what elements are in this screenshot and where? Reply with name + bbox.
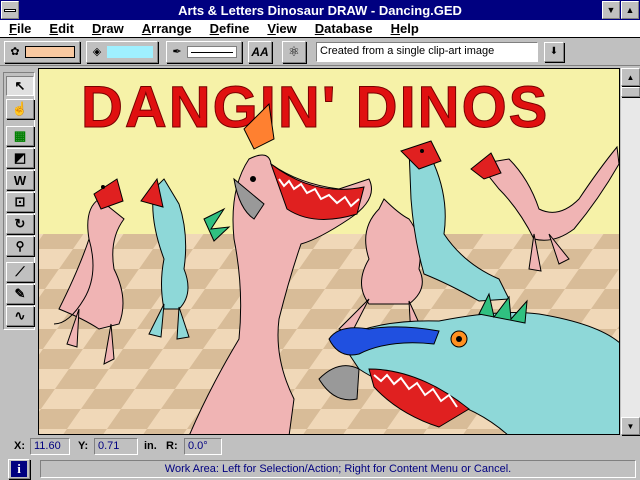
menu-file[interactable]: File	[0, 21, 40, 36]
info-icon: i	[11, 461, 27, 477]
menu-draw-key: D	[91, 21, 102, 36]
menu-database-label: atabase	[324, 21, 373, 36]
x-value: 11.60	[30, 438, 70, 455]
freehand-tool[interactable]: ∿	[6, 306, 34, 326]
selection-arrow-tool[interactable]: ↖	[6, 76, 34, 96]
menu-arrange[interactable]: Arrange	[133, 21, 201, 36]
text-tool[interactable]: W	[6, 170, 34, 190]
line-tool[interactable]: ⟋	[6, 262, 34, 282]
rotate-tool[interactable]: ↻	[6, 214, 34, 234]
menu-arrange-label: rrange	[151, 21, 192, 36]
scroll-up-button[interactable]: ▲	[621, 68, 640, 86]
menu-database[interactable]: Database	[306, 21, 382, 36]
y-value: 0.71	[94, 438, 138, 455]
menu-edit[interactable]: Edit	[40, 21, 83, 36]
menu-file-label: ile	[16, 21, 32, 36]
system-menu-button[interactable]	[1, 1, 19, 19]
text-icon: W	[13, 172, 27, 188]
shapes-icon: ◩	[13, 150, 27, 165]
text-style-button[interactable]: AA	[248, 41, 272, 63]
clipart-icon: ▦	[13, 128, 27, 143]
minimize-icon: ▼	[606, 5, 616, 15]
coordinates-bar: X: 11.60 Y: 0.71 in. R: 0.0°	[0, 437, 640, 457]
menu-define-key: D	[209, 21, 220, 36]
description-dropdown-button[interactable]: ⬇	[544, 42, 564, 62]
text-style-label: AA	[251, 45, 269, 59]
scroll-down-button[interactable]: ▼	[621, 417, 640, 435]
menu-define-label: efine	[219, 21, 250, 36]
scroll-thumb[interactable]	[621, 87, 640, 97]
dinosaur-artwork[interactable]: DANGIN' DINOS	[39, 69, 620, 435]
menu-arrange-key: A	[141, 21, 152, 36]
transform-icon: ⊡	[14, 194, 26, 209]
down-arrow-icon: ▼	[626, 421, 635, 431]
arrow-icon: ↖	[14, 78, 26, 93]
rotation-value: 0.0°	[184, 438, 222, 455]
fill-bucket-icon: ◈	[92, 46, 102, 58]
menu-draw-label: raw	[101, 21, 124, 36]
info-button[interactable]: i	[8, 459, 30, 479]
zoom-tool[interactable]: ⚲	[6, 236, 34, 256]
rotation-label: R:	[166, 440, 178, 452]
y-label: Y:	[78, 440, 89, 452]
menu-database-key: D	[314, 21, 325, 36]
menu-edit-key: E	[49, 21, 59, 36]
hand-tool[interactable]: ☝	[6, 99, 34, 119]
status-bar: i Work Area: Left for Selection/Action; …	[0, 458, 640, 480]
rotate-icon: ↻	[14, 216, 26, 231]
title-bar: Arts & Letters Dinosaur DRAW - Dancing.G…	[0, 0, 640, 20]
maximize-button[interactable]: ▲	[621, 1, 639, 19]
status-message: Work Area: Left for Selection/Action; Ri…	[40, 460, 636, 478]
menu-view[interactable]: View	[258, 21, 305, 36]
headline-text[interactable]: DANGIN' DINOS	[81, 75, 549, 141]
line-icon: ⟋	[15, 264, 25, 279]
drawing-work-area[interactable]: DANGIN' DINOS	[38, 68, 620, 435]
shapes-tool[interactable]: ◩	[6, 148, 34, 168]
menu-bar: File Edit Draw Arrange Define View Datab…	[0, 20, 640, 38]
menu-file-key: F	[9, 21, 17, 36]
clipart-library-tool[interactable]: ▦	[6, 126, 34, 146]
menu-help-label: elp	[399, 21, 419, 36]
window-title: Arts & Letters Dinosaur DRAW - Dancing.G…	[178, 2, 462, 18]
toolbar: ✿ ◈ ✒ AA ⚛ Created from a single clip-ar…	[0, 38, 640, 66]
menu-view-label: iew	[275, 21, 297, 36]
fill-color-swatch	[25, 46, 75, 58]
line-style-button[interactable]: ✒	[166, 41, 242, 63]
menu-edit-label: dit	[58, 21, 74, 36]
x-label: X:	[14, 440, 25, 452]
pen-icon: ✒	[172, 46, 182, 58]
menu-view-key: V	[267, 21, 276, 36]
transform-tool[interactable]: ⊡	[6, 192, 34, 212]
pencil-icon: ✎	[14, 286, 26, 301]
palette-icon: ⚛	[288, 44, 300, 59]
description-field[interactable]: Created from a single clip-art image	[316, 42, 538, 62]
hand-icon: ☝	[11, 101, 29, 116]
unit-label: in.	[144, 440, 157, 452]
toolbox: ↖ ☝ ▦ ◩ W ⊡ ↻ ⚲ ⟋ ✎ ∿	[3, 72, 35, 330]
system-menu-icon	[4, 8, 16, 12]
fill-color-button[interactable]: ✿	[4, 41, 80, 63]
minimize-button[interactable]: ▼	[602, 1, 620, 19]
menu-help[interactable]: Help	[382, 21, 428, 36]
menu-define[interactable]: Define	[201, 21, 259, 36]
up-arrow-icon: ▲	[626, 72, 635, 82]
line-style-sample	[187, 46, 237, 58]
fill2-color-button[interactable]: ◈	[86, 41, 158, 63]
freehand-icon: ∿	[14, 308, 26, 323]
fill2-color-swatch	[107, 46, 153, 58]
menu-help-key: H	[390, 21, 400, 36]
menu-draw[interactable]: Draw	[83, 21, 133, 36]
vertical-scrollbar[interactable]: ▲ ▼	[621, 68, 640, 435]
pencil-tool[interactable]: ✎	[6, 284, 34, 304]
maximize-icon: ▲	[625, 5, 635, 15]
dropdown-arrow-icon: ⬇	[549, 46, 559, 57]
magnifier-icon: ⚲	[15, 239, 25, 253]
fill-palette-icon: ✿	[10, 46, 20, 58]
color-palette-button[interactable]: ⚛	[282, 41, 306, 63]
